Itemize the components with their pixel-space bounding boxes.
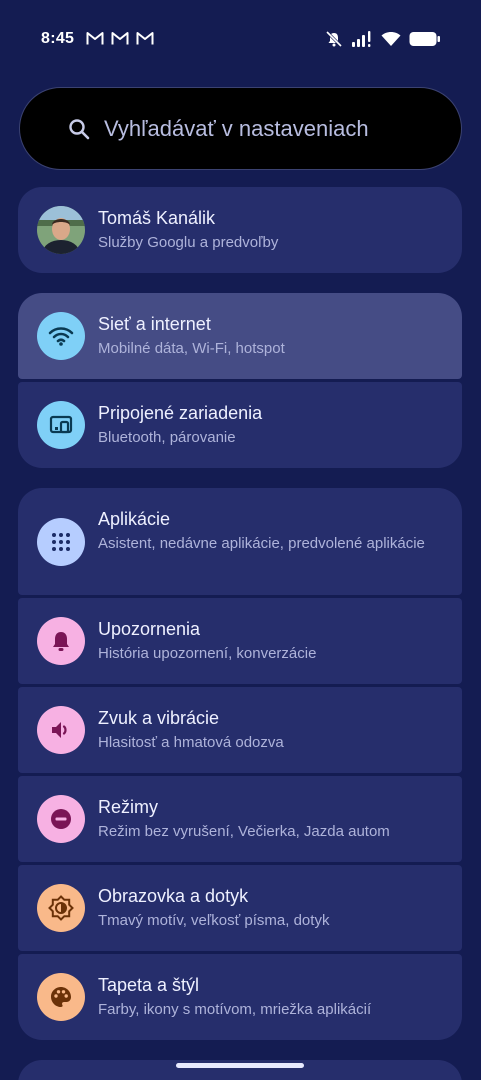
settings-item-title: Zvuk a vibrácie bbox=[98, 708, 220, 728]
settings-item-connected-devices[interactable]: Pripojené zariadenia Bluetooth, párovani… bbox=[18, 382, 462, 468]
bell-icon bbox=[37, 617, 85, 665]
battery-icon bbox=[409, 32, 440, 46]
status-icons bbox=[325, 29, 441, 49]
do-not-disturb-icon bbox=[37, 795, 85, 843]
settings-item-display[interactable]: Obrazovka a dotyk Tmavý motív, veľkosť p… bbox=[18, 865, 462, 951]
account-card[interactable]: Tomáš Kanálik Služby Googlu a predvoľby bbox=[18, 187, 462, 273]
settings-item-subtitle: Mobilné dáta, Wi-Fi, hotspot bbox=[98, 340, 285, 357]
settings-item-subtitle: Hlasitosť a hmatová odozva bbox=[98, 734, 284, 751]
settings-item-modes[interactable]: Režimy Režim bez vyrušení, Večierka, Jaz… bbox=[18, 776, 462, 862]
gmail-icon bbox=[86, 32, 104, 45]
settings-item-title: Aplikácie bbox=[98, 509, 171, 529]
settings-item-title: Režimy bbox=[98, 797, 159, 817]
settings-item-subtitle: História upozornení, konverzácie bbox=[98, 645, 317, 662]
palette-icon bbox=[37, 973, 85, 1021]
settings-item-subtitle: Farby, ikony s motívom, mriežka aplikáci… bbox=[98, 1001, 372, 1018]
brightness-icon bbox=[37, 884, 85, 932]
signal-icon bbox=[352, 31, 371, 47]
apps-grid-icon bbox=[37, 518, 85, 566]
settings-item-title: Upozornenia bbox=[98, 619, 201, 639]
account-subtitle: Služby Googlu a predvoľby bbox=[98, 234, 279, 251]
status-bar: 8:45 bbox=[0, 0, 481, 78]
speaker-icon bbox=[37, 706, 85, 754]
settings-item-title: Obrazovka a dotyk bbox=[98, 886, 249, 906]
settings-item-subtitle: Bluetooth, párovanie bbox=[98, 429, 236, 446]
gmail-icon bbox=[136, 32, 154, 45]
settings-item-wallpaper[interactable]: Tapeta a štýl Farby, ikony s motívom, mr… bbox=[18, 954, 462, 1040]
settings-item-sound[interactable]: Zvuk a vibrácie Hlasitosť a hmatová odoz… bbox=[18, 687, 462, 773]
settings-item-title: Sieť a internet bbox=[98, 314, 211, 334]
devices-icon bbox=[37, 401, 85, 449]
settings-item-title: Pripojené zariadenia bbox=[98, 403, 263, 423]
settings-item-apps[interactable]: Aplikácie Asistent, nedávne aplikácie, p… bbox=[18, 488, 462, 595]
wifi-icon bbox=[37, 312, 85, 360]
status-time: 8:45 bbox=[41, 30, 75, 47]
settings-item-title: Tapeta a štýl bbox=[98, 975, 200, 995]
avatar bbox=[37, 206, 85, 254]
search-placeholder: Vyhľadávať v nastaveniach bbox=[104, 116, 369, 141]
search-icon bbox=[69, 119, 90, 140]
gmail-icon bbox=[111, 32, 129, 45]
mute-icon bbox=[325, 30, 343, 48]
settings-item-subtitle: Asistent, nedávne aplikácie, predvolené … bbox=[98, 535, 425, 552]
search-bar[interactable]: Vyhľadávať v nastaveniach bbox=[19, 87, 462, 170]
settings-item-subtitle: Tmavý motív, veľkosť písma, dotyk bbox=[98, 912, 330, 929]
account-name: Tomáš Kanálik bbox=[98, 208, 216, 228]
wifi-icon bbox=[381, 31, 401, 46]
settings-item-network[interactable]: Sieť a internet Mobilné dáta, Wi-Fi, hot… bbox=[18, 293, 462, 379]
home-indicator[interactable] bbox=[176, 1063, 304, 1068]
settings-item-subtitle: Režim bez vyrušení, Večierka, Jazda auto… bbox=[98, 823, 390, 840]
settings-item-notifications[interactable]: Upozornenia História upozornení, konverz… bbox=[18, 598, 462, 684]
